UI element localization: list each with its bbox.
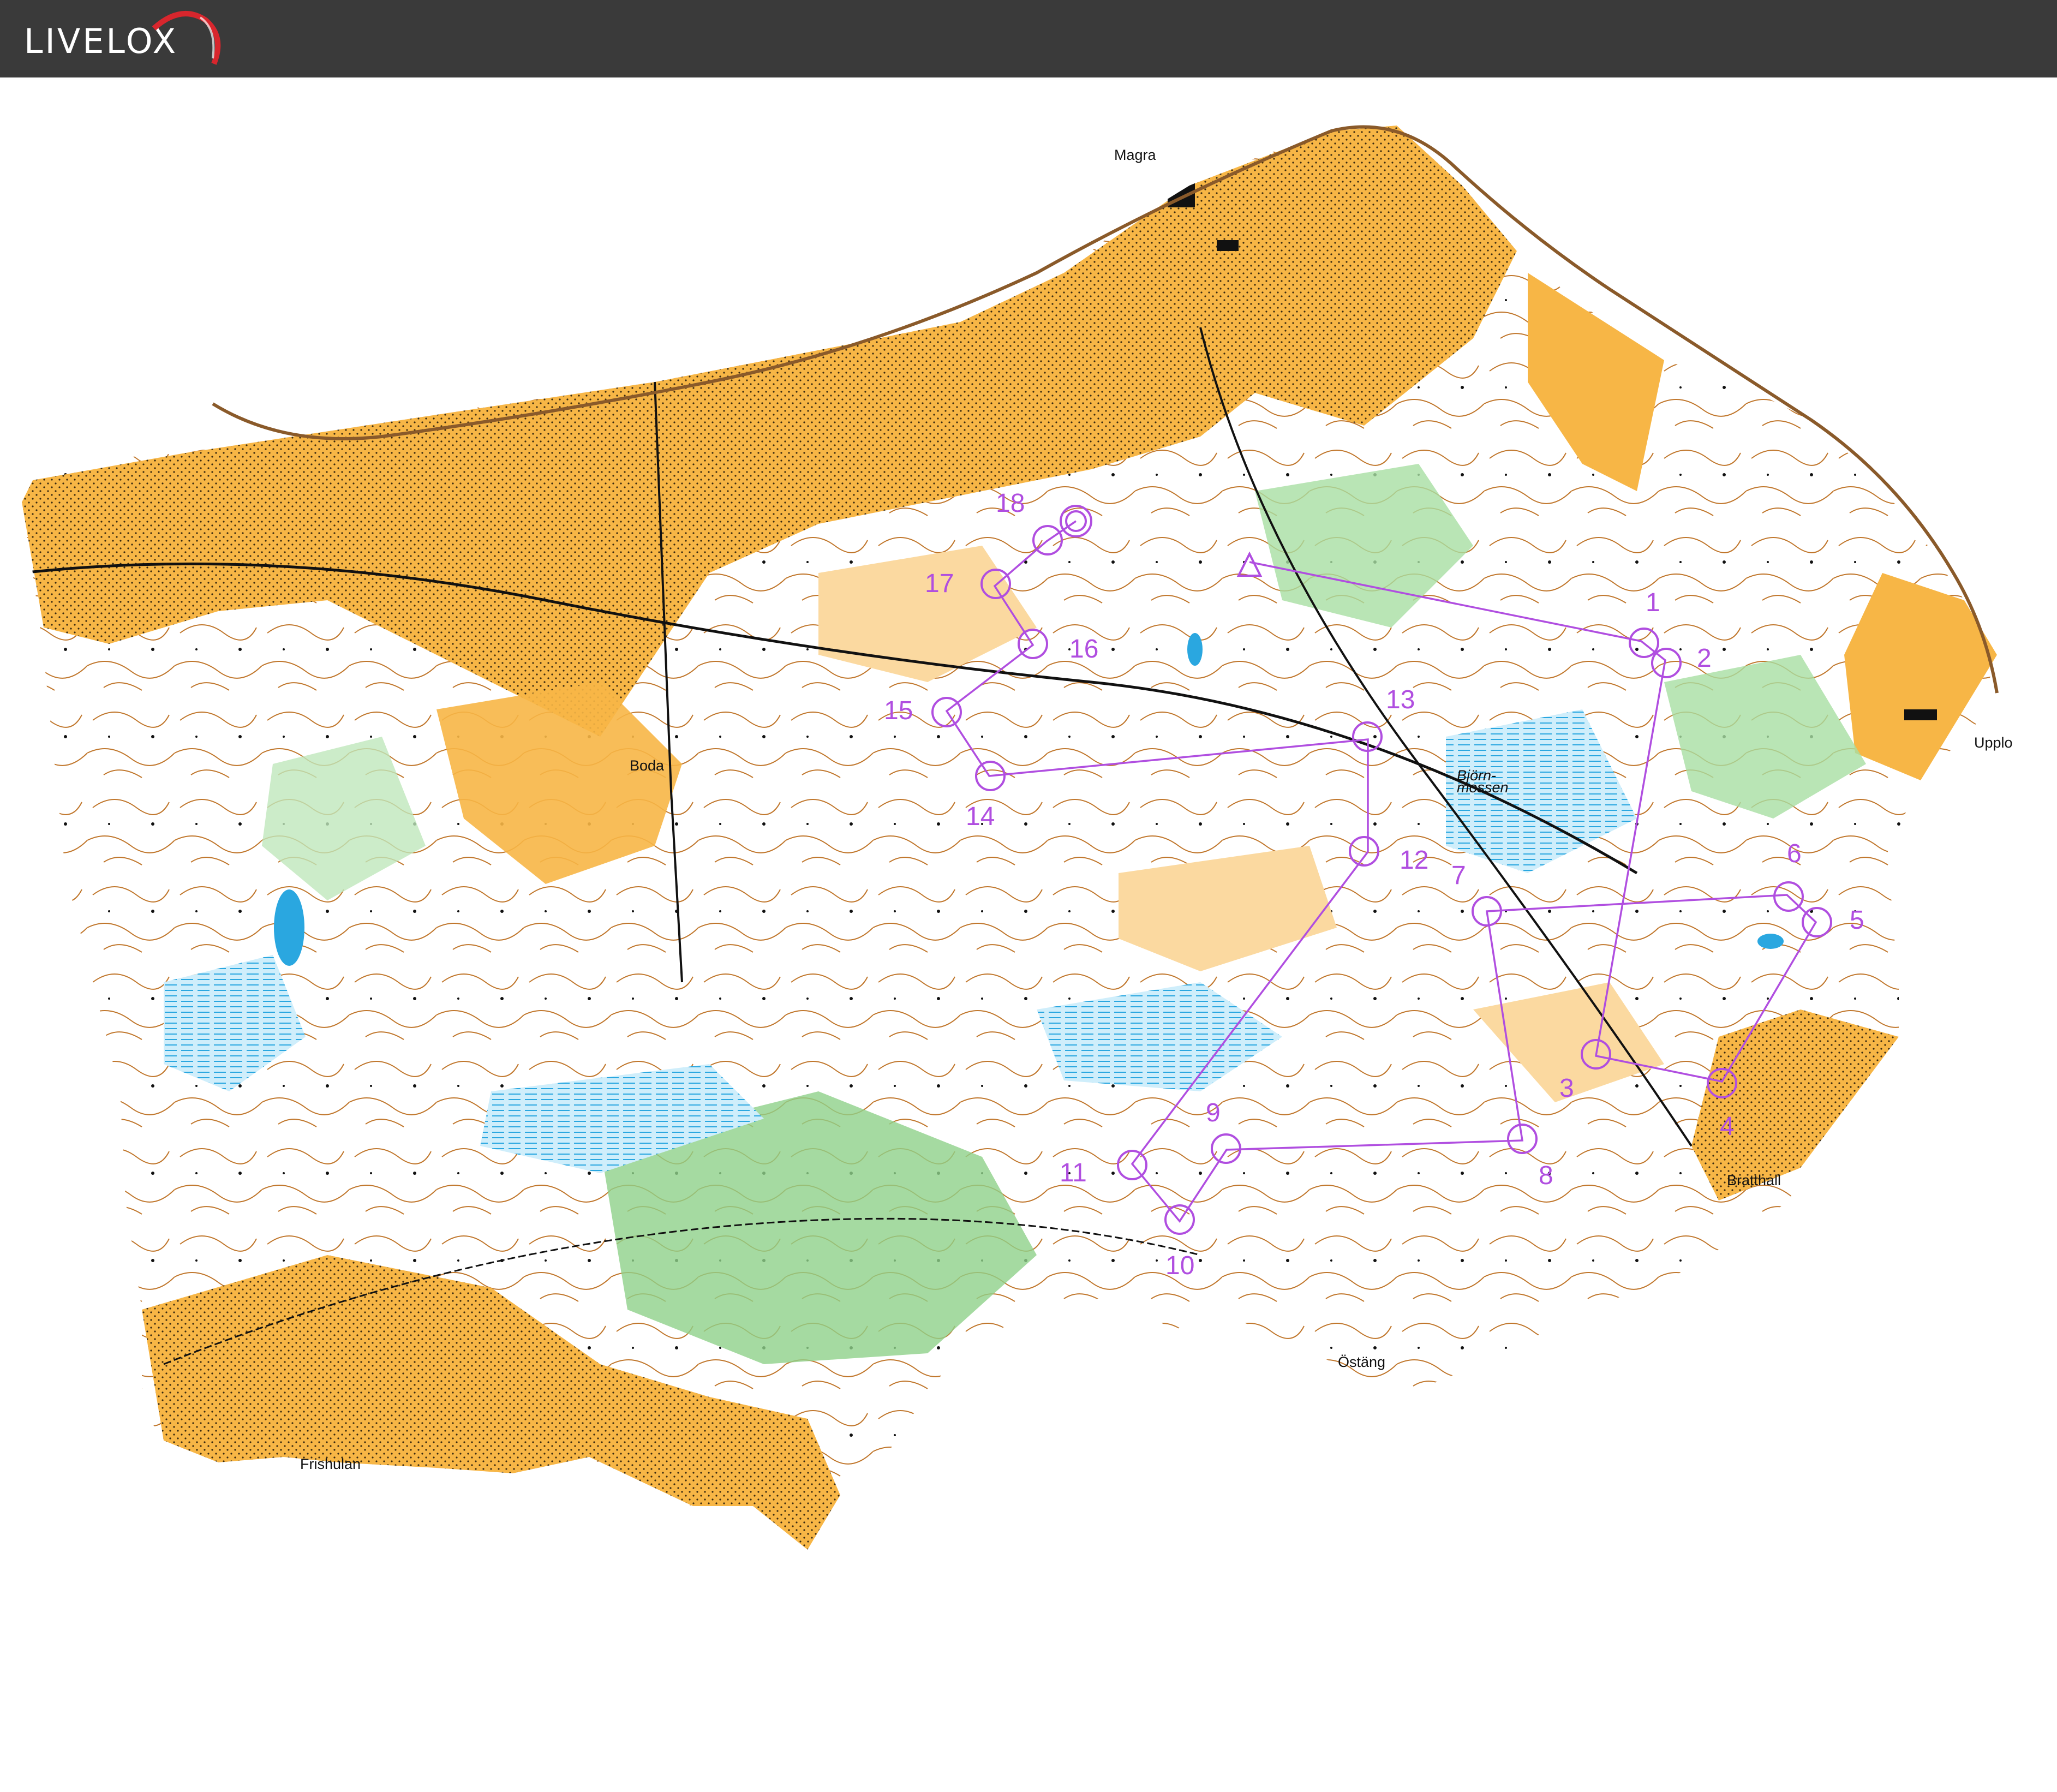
map-canvas[interactable]: Magra Boda Upplo Bratthall Östäng Frishu… (0, 77, 2057, 1792)
place-name-ostang: Östäng (1338, 1354, 1385, 1370)
control-17-label: 17 (925, 569, 954, 598)
control-10-label: 10 (1165, 1251, 1194, 1280)
control-1-label: 1 (1646, 588, 1660, 617)
livelox-logo[interactable]: LIVELOX (24, 11, 221, 65)
control-11-label: 11 (1060, 1158, 1087, 1187)
place-name-magra: Magra (1114, 147, 1157, 163)
control-6-label: 6 (1787, 839, 1802, 868)
control-15-label: 15 (884, 696, 913, 725)
control-5-label: 5 (1850, 906, 1864, 935)
lake-icon (274, 889, 304, 966)
control-14-label: 14 (966, 802, 995, 831)
place-name-boda: Boda (630, 757, 665, 774)
control-16-label: 16 (1069, 635, 1098, 664)
place-name-upplo: Upplo (1974, 734, 2013, 751)
top-bar: LIVELOX (0, 0, 2057, 77)
place-name-bratthall: Bratthall (1727, 1172, 1781, 1188)
place-name-frishulan: Frishulan (300, 1456, 361, 1472)
control-9-label: 9 (1206, 1098, 1221, 1127)
orienteering-map[interactable]: Magra Boda Upplo Bratthall Östäng Frishu… (0, 77, 2057, 1792)
control-18-label: 18 (996, 489, 1025, 518)
control-4-label: 4 (1720, 1112, 1735, 1141)
control-13-label: 13 (1386, 685, 1415, 714)
logo-swoosh-icon (152, 11, 221, 65)
control-3-label: 3 (1559, 1074, 1574, 1103)
control-12-label: 12 (1400, 846, 1428, 875)
control-8-label: 8 (1539, 1161, 1553, 1190)
map-terrain (22, 126, 1997, 1550)
control-7-label: 7 (1451, 861, 1466, 890)
control-2-label: 2 (1697, 644, 1712, 673)
